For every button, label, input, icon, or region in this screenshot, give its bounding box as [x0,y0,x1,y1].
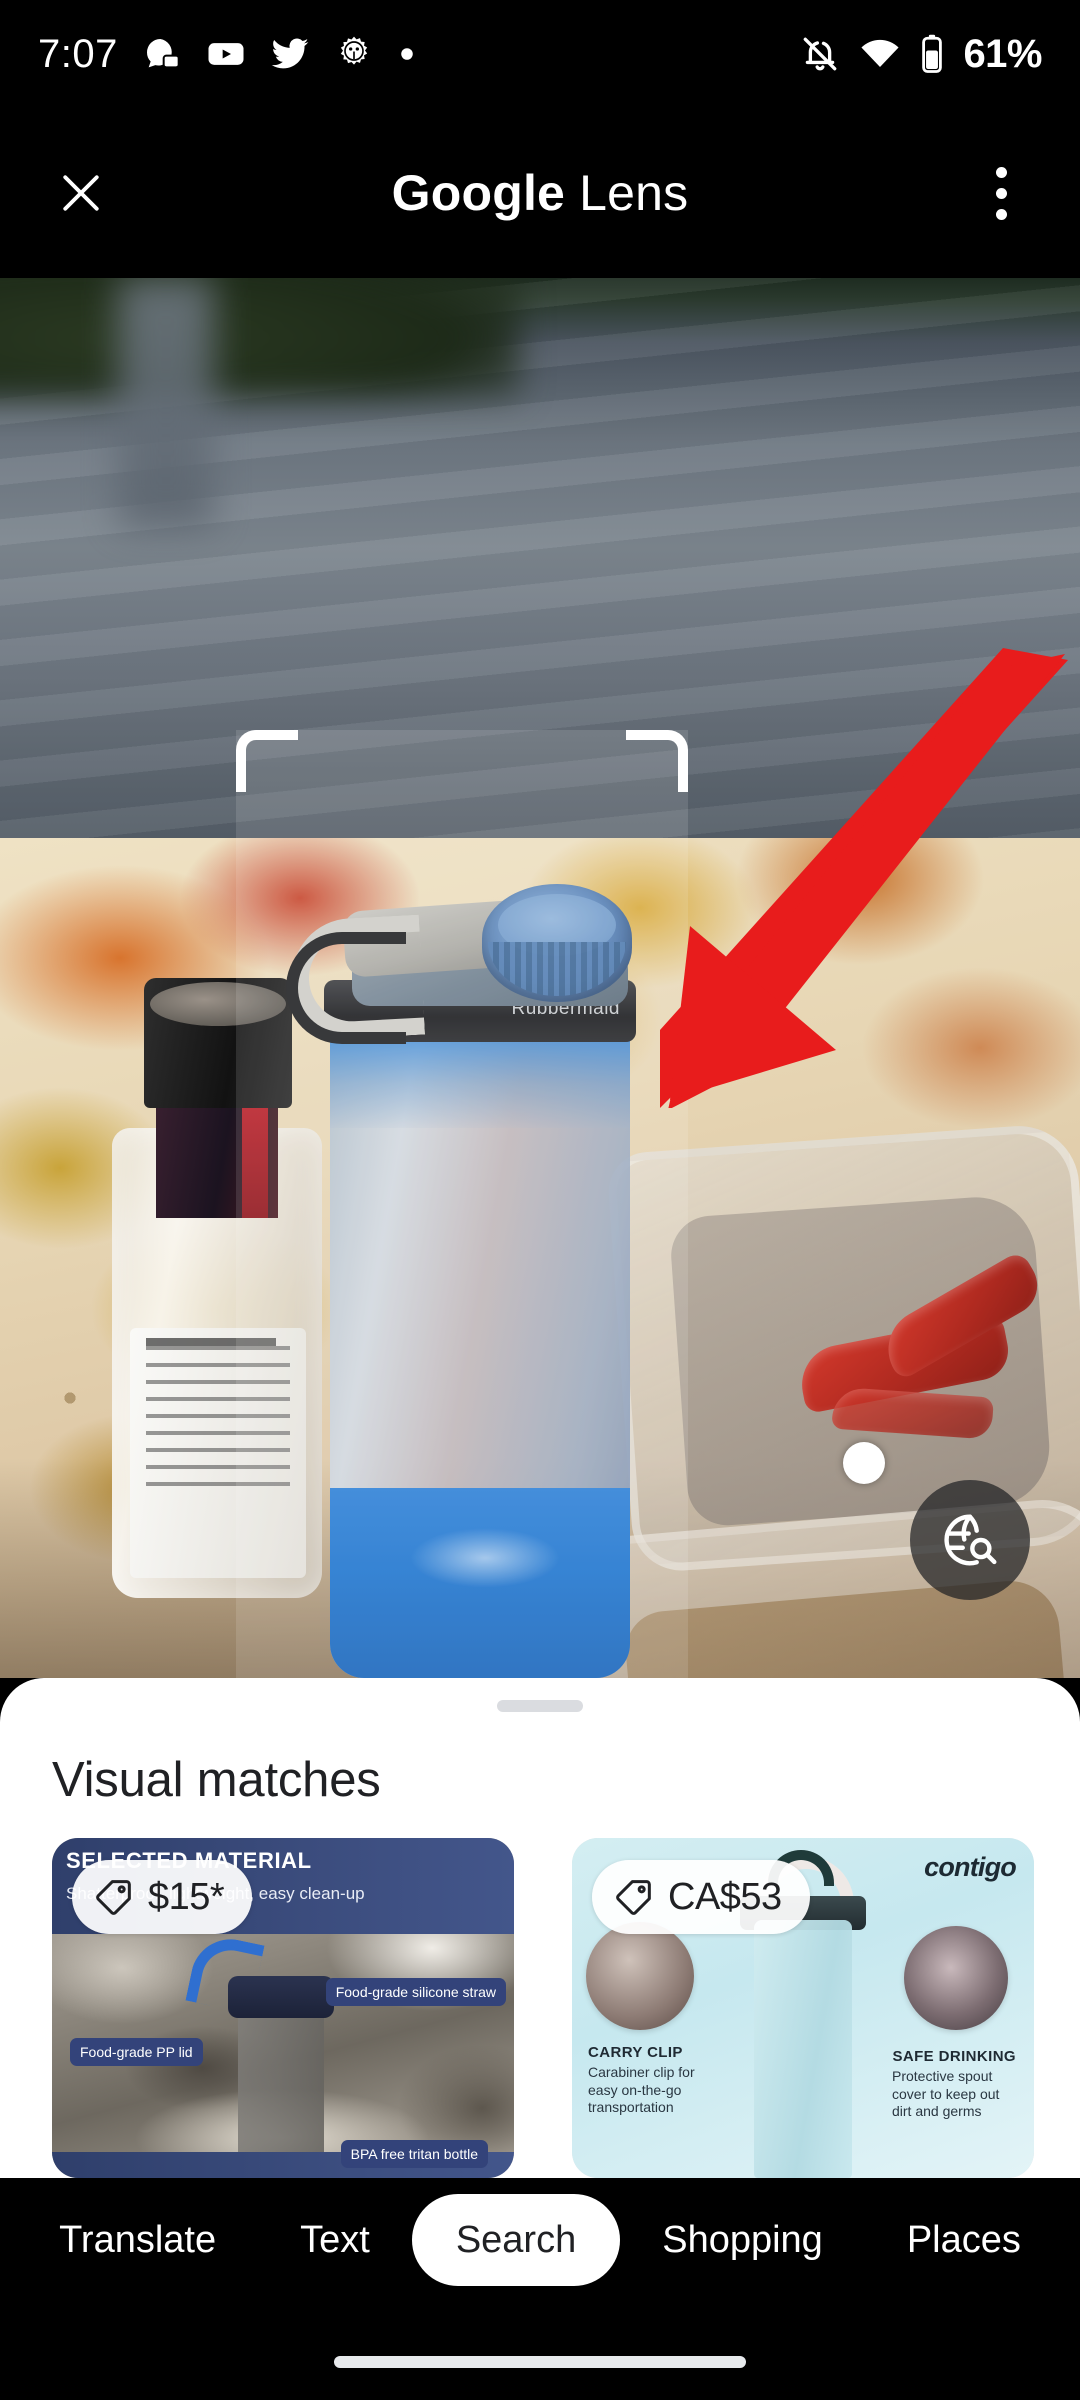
price-value: CA$53 [668,1875,782,1918]
notifications-off-icon [804,37,837,71]
photo-glass-bottle [112,978,322,1598]
tab-search[interactable]: Search [411,2194,621,2286]
tab-translate[interactable]: Translate [17,2194,258,2286]
water-bottle-blue-cap [482,884,632,1002]
tab-shopping[interactable]: Shopping [620,2194,865,2286]
status-bar-clock: 7:07 [38,31,118,76]
photo-background-foliage [0,278,520,398]
system-gesture-bar[interactable] [334,2356,746,2368]
tab-text[interactable]: Text [258,2194,412,2286]
close-icon [63,175,99,211]
more-vert-icon-dot2 [995,187,1007,199]
card-image-bottle [754,1920,852,2178]
drag-handle[interactable] [497,1700,583,1712]
price-badge[interactable]: CA$53 [592,1860,810,1934]
glass-bottle-cap [144,978,292,1108]
tab-places[interactable]: Places [865,2194,1063,2286]
battery-percent-label: 61% [963,31,1042,76]
result-card[interactable]: SELECTED MATERIAL Shatterproof, lightwei… [52,1838,514,2178]
photo-water-bottle: Rubbermaid [286,884,636,1678]
camera-photo-viewport[interactable]: Rubbermaid [0,278,1080,1678]
app-bar: Google Lens [0,108,1080,278]
status-bar-right: 61% [799,32,1042,77]
card-feature-desc: Carabiner clip for easy on-the-go transp… [588,2064,695,2115]
chat-bubble-icon [146,39,180,69]
app-title-google: Google [391,165,566,221]
card-feature-desc: Protective spout cover to keep out dirt … [892,2068,1000,2119]
dot-icon [401,48,413,60]
card-image-lid [228,1976,334,2018]
photo-background-post [118,278,214,528]
glass-bottle-label [130,1328,306,1578]
results-card-list: SELECTED MATERIAL Shatterproof, lightwei… [52,1838,1034,2178]
more-vert-icon-dot3 [995,208,1007,220]
battery-icon [922,34,943,73]
card-image-detail-circle-left [586,1922,694,2030]
water-bottle-liquid [330,1488,630,1678]
card-image-label: Food-grade PP lid [70,2038,203,2066]
water-bottle-body [330,1018,630,1678]
card-image-label: Food-grade silicone straw [325,1978,506,2006]
card-brand-logo: contigo [924,1852,1017,1882]
app-title-lens: Lens [579,165,689,221]
card-feature-title: CARRY CLIP [588,2044,683,2061]
globe-search-button[interactable] [910,1480,1030,1600]
price-badge[interactable]: $15* [72,1860,253,1934]
overflow-menu-button[interactable] [966,154,1036,232]
youtube-icon [208,43,244,65]
price-tag-icon [96,1880,131,1915]
result-card[interactable]: contigo CARRY CLIP Carabiner clip for ea… [572,1838,1034,2178]
visual-matches-title: Visual matches [52,1753,381,1807]
twitter-icon [271,38,309,69]
card-image-detail-circle-right [904,1926,1008,2030]
card-feature-title: SAFE DRINKING [892,2048,1016,2065]
status-bar: 7:07 61% [0,0,1080,108]
water-bottle-handle-inner [286,932,406,1044]
more-vert-icon [995,166,1007,178]
close-button[interactable] [42,154,120,232]
tab-list: Translate Text Search Shopping Places [17,2194,1063,2286]
card-image-label: BPA free tritan bottle [340,2140,488,2168]
android-gear-icon [340,36,368,65]
wifi-icon [861,39,899,67]
price-tag-icon [616,1880,651,1915]
globe-search-icon [944,1514,997,1566]
detected-object-dot[interactable] [843,1442,885,1484]
captured-photo: Rubbermaid [0,278,1080,1678]
visual-matches-sheet: Visual matches SELECTED MATERIAL Shatter… [0,1678,1080,2178]
lens-screen: 7:07 61% Google Lens Rubbermaid Visual m… [0,0,1080,2400]
price-value: $15* [148,1875,225,1918]
page-title: Google Lens [392,164,689,222]
status-bar-left: 7:07 [38,32,416,77]
